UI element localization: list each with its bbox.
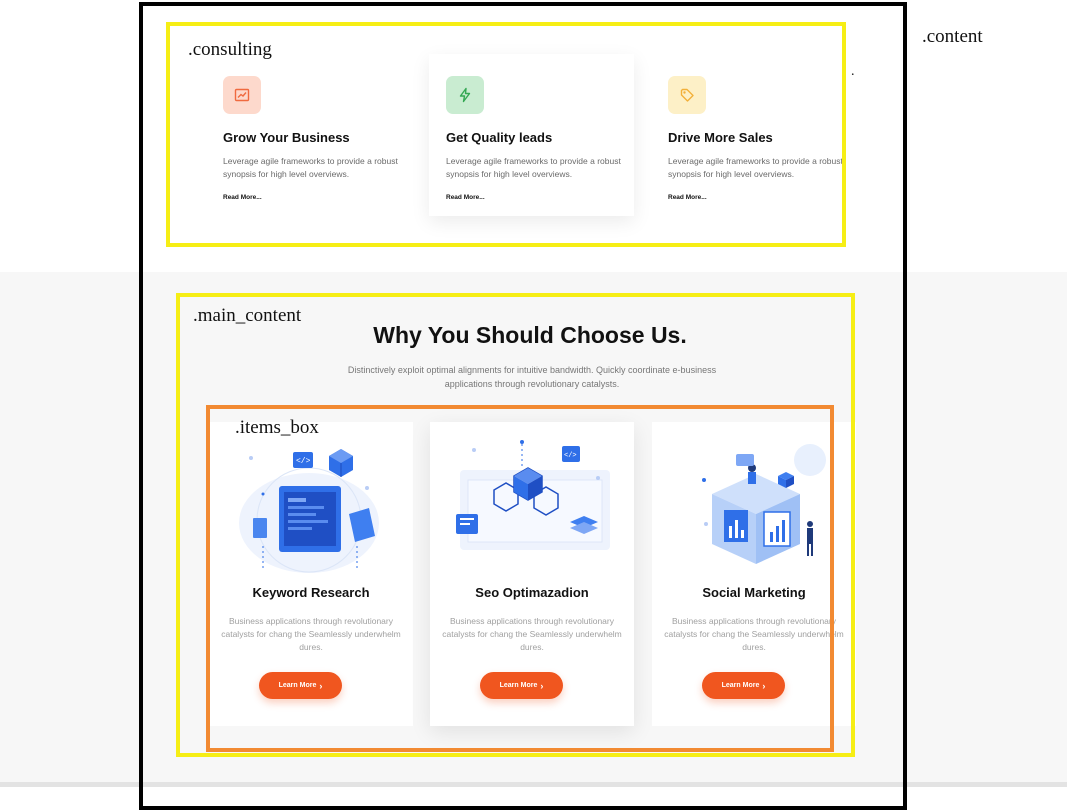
items-box-annotation-box	[206, 405, 834, 752]
content-annotation-label: .content	[922, 26, 983, 47]
annotation-dot: .	[851, 64, 855, 79]
consulting-annotation-label: .consulting	[188, 39, 272, 60]
main-content-annotation-label: .main_content	[193, 305, 302, 326]
items-box-annotation-label: .items_box	[235, 417, 319, 438]
